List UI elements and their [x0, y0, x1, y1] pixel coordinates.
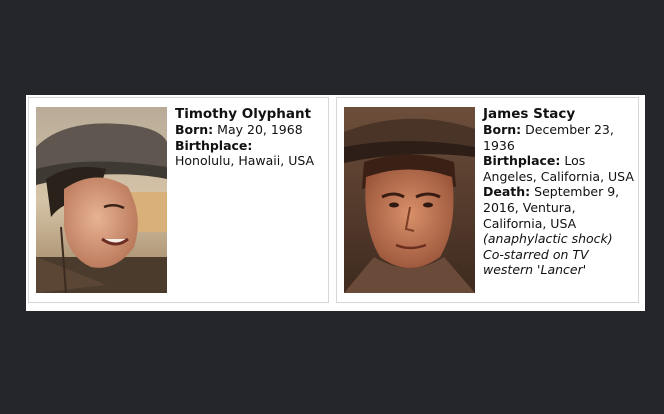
death-label: Death: [483, 184, 531, 200]
death-row: Death: September 9, 2016, Ventura, Calif… [483, 184, 635, 231]
trivia-note: Co-starred on TV western 'Lancer' [483, 246, 589, 278]
birthplace-label: Birthplace: [175, 137, 253, 153]
person-name: James Stacy [483, 106, 576, 122]
born-row: Born: December 23, 1936 [483, 122, 635, 153]
birthplace-value: Honolulu, Hawaii, USA [175, 153, 315, 169]
born-value: May 20, 1968 [217, 122, 303, 137]
born-row: Born: May 20, 1968 [175, 122, 327, 138]
person-name: Timothy Olyphant [175, 106, 312, 122]
comparison-panel: Timothy Olyphant Born: May 20, 1968 Birt… [26, 95, 645, 311]
person-card-olyphant: Timothy Olyphant Born: May 20, 1968 Birt… [28, 97, 329, 303]
person-info: Timothy Olyphant Born: May 20, 1968 Birt… [175, 106, 327, 169]
birthplace-label: Birthplace: [483, 153, 561, 169]
person-photo [344, 107, 475, 293]
birthplace-row: Birthplace: Los Angeles, California, USA [483, 153, 635, 184]
person-photo [36, 107, 167, 293]
born-label: Born: [175, 122, 214, 137]
death-cause: (anaphylactic shock) [483, 231, 613, 247]
person-card-stacy: James Stacy Born: December 23, 1936 Birt… [336, 97, 639, 303]
person-info: James Stacy Born: December 23, 1936 Birt… [483, 106, 635, 278]
born-label: Born: [483, 122, 522, 137]
